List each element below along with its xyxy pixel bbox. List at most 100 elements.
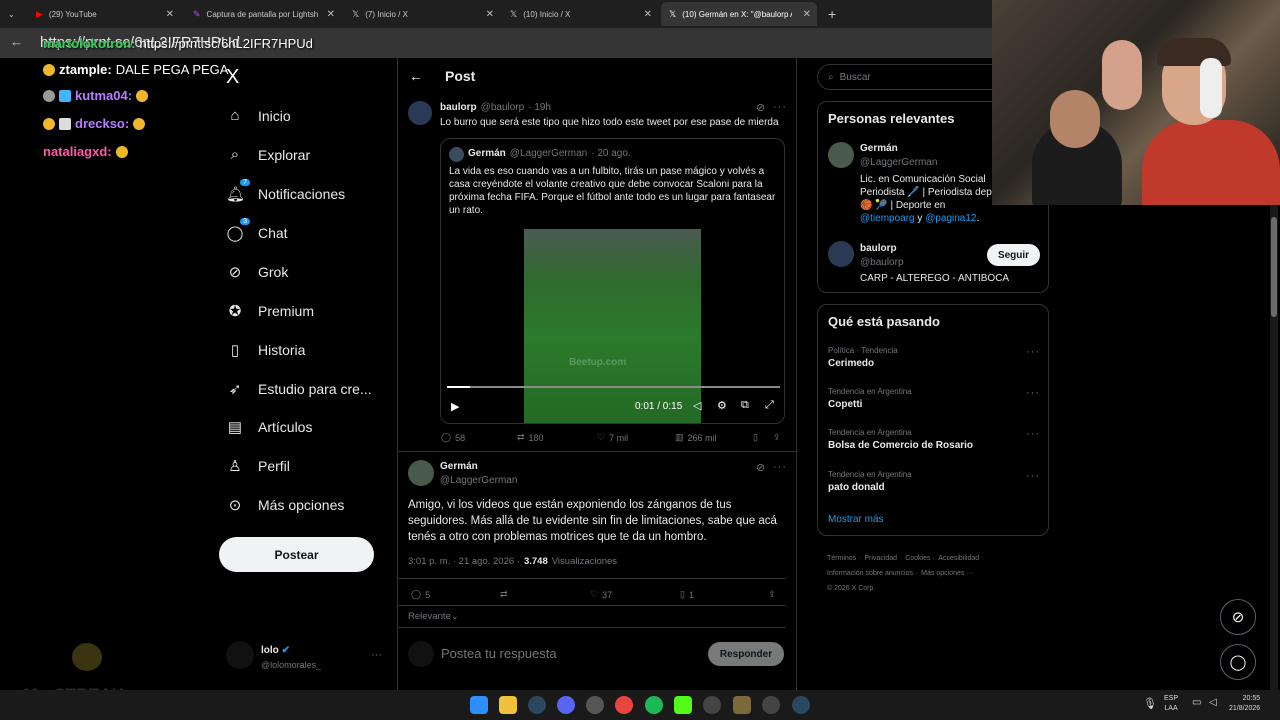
ccleaner-icon[interactable]: [703, 696, 721, 714]
account-name[interactable]: lolo ✔: [261, 645, 290, 656]
nav-item-premium[interactable]: ✪ Premium: [226, 302, 314, 320]
tweet-time[interactable]: · 19h: [528, 102, 551, 113]
more-options-icon[interactable]: ···: [1026, 346, 1040, 358]
tab-x-inicio-7[interactable]: 𝕏 (7) Inicio / X ✕: [344, 2, 500, 26]
more-options-icon[interactable]: ···: [1026, 387, 1040, 399]
nav-item-perfil[interactable]: ♙ Perfil: [226, 457, 290, 475]
video-progress-bar[interactable]: [447, 386, 780, 388]
views-stat[interactable]: ▥ 266 mil: [675, 432, 717, 443]
account-menu-icon[interactable]: ···: [371, 649, 382, 661]
avatar[interactable]: [408, 101, 432, 125]
close-icon[interactable]: ✕: [803, 9, 811, 20]
avatar[interactable]: [408, 460, 434, 486]
author-handle[interactable]: @baulorp: [481, 102, 525, 113]
more-options-icon[interactable]: ···: [1026, 428, 1040, 440]
settings-icon[interactable]: ⚙: [717, 399, 727, 412]
steam-icon[interactable]: [528, 696, 546, 714]
footer-link[interactable]: Información sobre anuncios: [827, 570, 913, 577]
like-stat[interactable]: ♡ 7 mil: [597, 432, 628, 443]
x-logo-icon[interactable]: X: [226, 66, 239, 89]
nav-item-articulos[interactable]: ▤ Artículos: [226, 418, 313, 436]
grok-icon[interactable]: ⊘: [756, 101, 765, 114]
avatar[interactable]: [828, 142, 854, 168]
show-more-link[interactable]: Mostrar más: [828, 514, 884, 525]
kick-icon[interactable]: [674, 696, 692, 714]
nav-item-historia[interactable]: ▯ Historia: [226, 341, 306, 359]
trend-item[interactable]: Tendencia en Argentina pato donald: [828, 470, 912, 493]
chrome-icon[interactable]: [615, 696, 633, 714]
nav-item-inicio[interactable]: ⌂ Inicio: [226, 107, 290, 124]
footer-link[interactable]: Más opciones ···: [921, 570, 973, 577]
trend-item[interactable]: Política · Tendencia Cerimedo: [828, 346, 898, 369]
fullscreen-icon[interactable]: ⤢: [765, 399, 774, 412]
quoted-tweet[interactable]: Germán @LaggerGerman · 20 ago. La vida e…: [440, 138, 785, 424]
volume-icon[interactable]: ◁: [1209, 697, 1217, 708]
author-name[interactable]: baulorp: [440, 102, 477, 113]
scrollbar[interactable]: [1270, 205, 1278, 690]
messages-icon[interactable]: ◯: [1220, 644, 1256, 680]
bookmark-icon[interactable]: ▯: [753, 432, 758, 443]
reply-input[interactable]: Postea tu respuesta: [441, 646, 557, 661]
trend-item[interactable]: Tendencia en Argentina Copetti: [828, 387, 912, 410]
trend-item[interactable]: Tendencia en Argentina Bolsa de Comercio…: [828, 428, 973, 451]
ccleaner-icon[interactable]: [762, 696, 780, 714]
share-icon[interactable]: ⇪: [768, 589, 776, 600]
clock[interactable]: 20:55 21/8/2026: [1229, 694, 1260, 714]
like-stat[interactable]: ♡ 37: [590, 589, 612, 600]
nav-item-estudio[interactable]: ➶ Estudio para cre...: [226, 380, 372, 398]
grok-icon[interactable]: ⊘: [756, 461, 765, 474]
reply-button[interactable]: Responder: [708, 642, 784, 666]
tab-german-post[interactable]: 𝕏 (10) Germán en X: "@baulorp A ✕: [661, 2, 817, 26]
bookmark-stat[interactable]: ▯ 1: [680, 589, 694, 600]
footer-link[interactable]: Cookies: [905, 555, 930, 562]
language-indicator[interactable]: ESP LAA: [1164, 694, 1178, 714]
pip-icon[interactable]: ⧉: [741, 399, 749, 412]
discord-icon[interactable]: [557, 696, 575, 714]
nav-item-chat[interactable]: ◯ 3 Chat: [226, 218, 288, 242]
tab-youtube[interactable]: ▶ (29) YouTube ✕: [28, 2, 180, 26]
nav-item-explorar[interactable]: ⌕ Explorar: [226, 146, 310, 163]
bio-link[interactable]: @tiempoarg: [860, 213, 915, 224]
new-tab-button[interactable]: +: [820, 2, 840, 26]
close-icon[interactable]: ✕: [327, 9, 335, 20]
more-options-icon[interactable]: ···: [773, 461, 787, 473]
author-handle[interactable]: @LaggerGerman: [440, 475, 517, 486]
windows-start-icon[interactable]: [470, 696, 488, 714]
spotify-icon[interactable]: [645, 696, 663, 714]
reply-stat[interactable]: ◯ 5: [411, 589, 430, 600]
nav-item-notificaciones[interactable]: 🔔︎ 7 Notificaciones: [226, 179, 345, 203]
bio-link[interactable]: @pagina12: [925, 213, 976, 224]
more-options-icon[interactable]: ···: [1026, 470, 1040, 482]
search-input[interactable]: ⌕ Buscar: [817, 64, 1007, 90]
close-icon[interactable]: ✕: [486, 9, 494, 20]
app-icon[interactable]: [733, 696, 751, 714]
back-arrow-icon[interactable]: ←: [10, 34, 23, 49]
person-name[interactable]: baulorp: [860, 243, 897, 254]
microphone-icon[interactable]: 🎙︎: [1143, 697, 1157, 710]
footer-link[interactable]: Accesibilidad: [938, 555, 979, 562]
back-arrow-icon[interactable]: ←: [409, 68, 423, 84]
volume-icon[interactable]: ◁: [693, 399, 701, 412]
tab-search-button[interactable]: ⌄: [0, 2, 28, 26]
nav-item-mas-opciones[interactable]: ⊙ Más opciones: [226, 496, 345, 514]
post-timestamp[interactable]: 3:01 p. m. · 21 ago. 2026 ·: [408, 556, 520, 567]
steam-icon[interactable]: [792, 696, 810, 714]
network-icon[interactable]: ▭: [1192, 697, 1201, 708]
share-icon[interactable]: ⇪: [773, 432, 781, 443]
repost-stat[interactable]: ⇄: [500, 589, 508, 600]
author-name[interactable]: Germán: [440, 461, 478, 472]
tab-lightshot[interactable]: ✎ Captura de pantalla por Lightsh ✕: [185, 2, 341, 26]
tab-x-inicio-10[interactable]: 𝕏 (10) Inicio / X ✕: [502, 2, 658, 26]
grok-icon[interactable]: ⊘: [1220, 599, 1256, 635]
play-icon[interactable]: ▶: [451, 400, 459, 413]
nav-item-grok[interactable]: ⊘ Grok: [226, 263, 289, 281]
sort-dropdown[interactable]: Relevante⌄: [408, 611, 459, 622]
footer-link[interactable]: Términos: [827, 555, 856, 562]
more-options-icon[interactable]: ···: [773, 101, 787, 113]
close-icon[interactable]: ✕: [644, 9, 652, 20]
app-icon[interactable]: [586, 696, 604, 714]
repost-stat[interactable]: ⇄ 180: [517, 432, 544, 443]
file-explorer-icon[interactable]: [499, 696, 517, 714]
person-name[interactable]: Germán: [860, 143, 898, 154]
reply-stat[interactable]: ◯ 58: [441, 432, 465, 443]
